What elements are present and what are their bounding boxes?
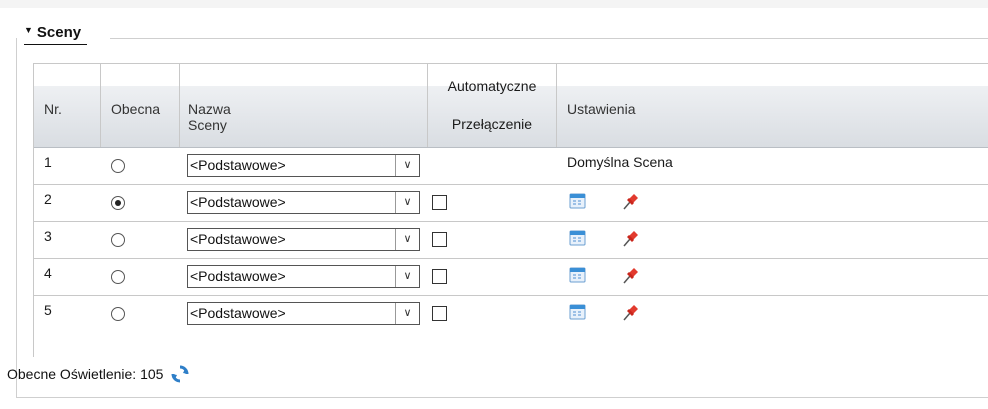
chevron-down-icon[interactable]: ∨	[395, 266, 419, 287]
calendar-icon[interactable]	[569, 192, 586, 209]
auto-switch-checkbox[interactable]	[432, 195, 447, 210]
collapse-triangle-icon[interactable]: ▼	[24, 25, 33, 35]
calendar-icon[interactable]	[569, 229, 586, 246]
table-row: 5 <Podstawowe> ∨	[34, 296, 988, 332]
illumination-label: Obecne Oświetlenie: 105	[7, 366, 164, 382]
auto-switch-checkbox[interactable]	[432, 232, 447, 247]
header-separator	[179, 64, 180, 147]
scene-name-select[interactable]: <Podstawowe> ∨	[187, 154, 420, 177]
calendar-icon[interactable]	[569, 303, 586, 320]
auto-switch-checkbox[interactable]	[432, 269, 447, 284]
row-number: 4	[44, 265, 52, 281]
chevron-down-icon[interactable]: ∨	[395, 192, 419, 213]
row-number: 5	[44, 302, 52, 318]
refresh-icon[interactable]	[171, 365, 189, 383]
current-scene-radio[interactable]	[111, 196, 125, 210]
section-title: Sceny	[36, 24, 82, 41]
current-scene-radio[interactable]	[111, 307, 125, 321]
group-border-bottom	[16, 397, 988, 398]
table-row: 2 <Podstawowe> ∨	[34, 185, 988, 222]
current-scene-radio[interactable]	[111, 233, 125, 247]
scenes-panel: ▼ Sceny Nr. Obecna Nazwa Sceny Automatycz…	[0, 0, 988, 409]
section-header[interactable]: ▼ Sceny	[24, 22, 88, 45]
scene-name-select[interactable]: <Podstawowe> ∨	[187, 228, 420, 251]
group-border-top	[110, 38, 988, 39]
pin-icon[interactable]	[621, 265, 641, 285]
chevron-down-icon[interactable]: ∨	[395, 229, 419, 250]
pin-icon[interactable]	[621, 228, 641, 248]
row-number: 2	[44, 191, 52, 207]
scene-name-select[interactable]: <Podstawowe> ∨	[187, 302, 420, 325]
group-border-left	[16, 38, 17, 398]
scenes-table: Nr. Obecna Nazwa Sceny Automatyczne Prze…	[33, 63, 988, 357]
row-number: 3	[44, 228, 52, 244]
row-number: 1	[44, 154, 52, 170]
chevron-down-icon[interactable]: ∨	[395, 155, 419, 176]
auto-switch-checkbox[interactable]	[432, 306, 447, 321]
chevron-down-icon[interactable]: ∨	[395, 303, 419, 324]
default-scene-label: Domyślna Scena	[567, 154, 673, 170]
current-scene-radio[interactable]	[111, 159, 125, 173]
current-illumination: Obecne Oświetlenie: 105	[7, 364, 189, 384]
pin-icon[interactable]	[621, 191, 641, 211]
header-separator	[556, 64, 557, 147]
table-row: 3 <Podstawowe> ∨	[34, 222, 988, 259]
current-scene-radio[interactable]	[111, 270, 125, 284]
scene-name-select[interactable]: <Podstawowe> ∨	[187, 265, 420, 288]
scene-name-select[interactable]: <Podstawowe> ∨	[187, 191, 420, 214]
header-auto-switch: Automatyczne Przełączenie	[447, 78, 537, 132]
header-separator	[100, 64, 101, 147]
panel-top-strip	[0, 0, 988, 8]
table-row: 4 <Podstawowe> ∨	[34, 259, 988, 296]
pin-icon[interactable]	[621, 302, 641, 322]
calendar-icon[interactable]	[569, 266, 586, 283]
table-row: 1 <Podstawowe> ∨ Domyślna Scena	[34, 148, 988, 185]
table-header: Nr. Obecna Nazwa Sceny Automatyczne Prze…	[34, 64, 988, 148]
